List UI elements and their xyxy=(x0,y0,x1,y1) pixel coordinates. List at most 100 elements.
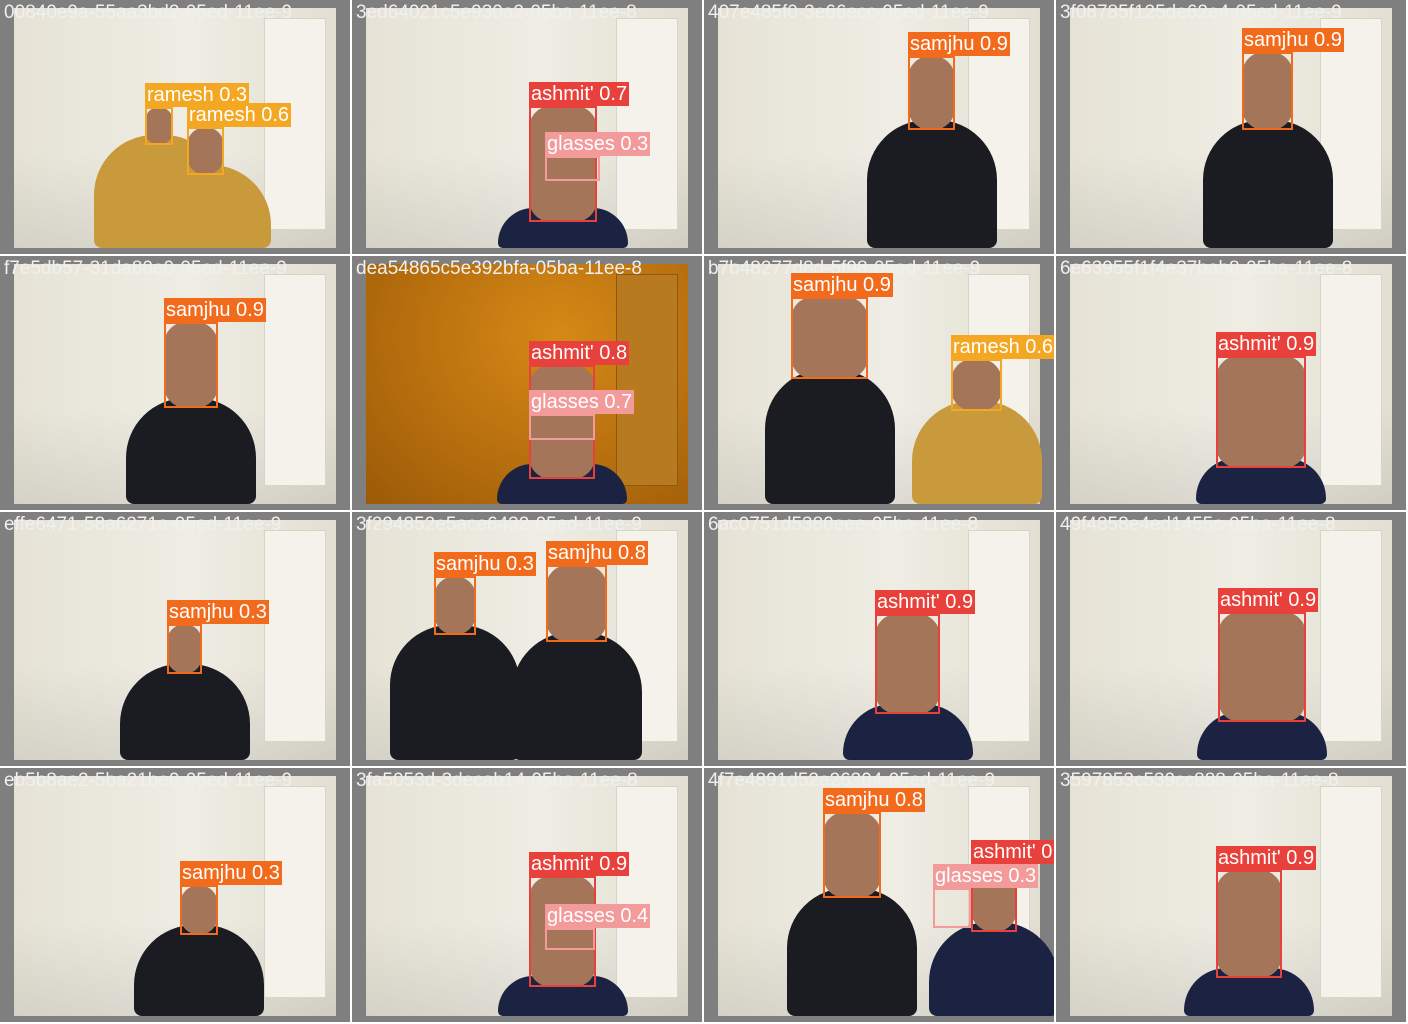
detection-label: samjhu 0.8 xyxy=(546,541,648,565)
bounding-box xyxy=(951,359,1002,411)
detection-frame: 3fa5053d-3decab14-05ba-11ee-8 ashmit' 0.9… xyxy=(352,768,704,1024)
detection-frame: 3f294852e5ace6432-05ed-11ee-9 samjhu 0.3 s… xyxy=(352,512,704,768)
bounding-box xyxy=(791,297,868,379)
detection-label: glasses 0.3 xyxy=(545,132,651,156)
detection-label: samjhu 0.9 xyxy=(164,298,266,322)
webcam-image xyxy=(366,8,688,248)
detection-label: ashmit' 0.9 xyxy=(1216,846,1317,870)
detection-label: ashmit' 0.7 xyxy=(529,82,630,106)
bounding-box xyxy=(187,127,224,175)
bounding-box xyxy=(1242,52,1293,130)
detection-label: glasses 0.4 xyxy=(545,904,651,928)
image-filename: 6ac0751d5380eee-05ba-11ee-8 xyxy=(708,514,979,535)
bounding-box xyxy=(167,624,202,674)
image-filename: 00840e9a-55aa3bd2-05ed-11ee-9 xyxy=(4,2,293,23)
detection-frame: f7e5db57-31da80e0-05ed-11ee-9 samjhu 0.9 xyxy=(0,256,352,512)
detection-label: ashmit' 0.9 xyxy=(1216,332,1317,356)
bounding-box xyxy=(823,812,881,898)
image-filename: dea54865c5e392bfa-05ba-11ee-8 xyxy=(356,258,642,279)
detection-label: ashmit' 0.9 xyxy=(875,590,976,614)
bounding-box xyxy=(434,576,476,635)
detection-label: samjhu 0.3 xyxy=(167,600,269,624)
door xyxy=(264,274,326,486)
detection-frame: 407e485f0-3e66ecc-05ed-11ee-9 samjhu 0.9 xyxy=(704,0,1056,256)
bounding-box xyxy=(545,928,595,950)
image-filename: 3f08785f125de62e4-05ed-11ee-9 xyxy=(1060,2,1342,23)
detection-label: ramesh 0.6 xyxy=(187,103,292,127)
detection-label: ashmit' 0.9 xyxy=(1218,588,1319,612)
detection-frame: 6ac0751d5380eee-05ba-11ee-8 ashmit' 0.9 xyxy=(704,512,1056,768)
detection-label: ramesh 0.6 xyxy=(951,335,1054,359)
image-filename: 407e485f0-3e66ecc-05ed-11ee-9 xyxy=(708,2,989,23)
person-body xyxy=(911,401,1042,504)
detection-frame: 3ed64021c5e930a2-05ba-11ee-8 ashmit' 0.7 g… xyxy=(352,0,704,256)
detection-frame: 00840e9a-55aa3bd2-05ed-11ee-9 ramesh 0.3 r… xyxy=(0,0,352,256)
bounding-box xyxy=(529,414,595,440)
person-body xyxy=(390,625,520,760)
detection-frame: 49f4858e4ed1455c-05ba-11ee-8 ashmit' 0.9 xyxy=(1056,512,1408,768)
bounding-box xyxy=(1216,870,1282,978)
image-filename: 49f4858e4ed1455c-05ba-11ee-8 xyxy=(1060,514,1336,535)
image-filename: 3597853c539cc888-05ba-11ee-8 xyxy=(1060,770,1339,791)
person-body xyxy=(134,925,264,1016)
door xyxy=(264,786,326,998)
webcam-image xyxy=(366,776,688,1016)
detection-frame: 4f7e4891d52e26304-05ed-11ee-9 samjhu 0.8 a… xyxy=(704,768,1056,1024)
detection-frame: b7b48277d8d-5f98-05ed-11ee-9 samjhu 0.9 ra… xyxy=(704,256,1056,512)
bounding-box xyxy=(933,888,971,928)
door xyxy=(264,530,326,742)
door xyxy=(616,274,678,486)
bounding-box xyxy=(180,885,218,935)
image-filename: eb5b8ae2-5ba21be0-05ed-11ee-9 xyxy=(4,770,293,791)
image-filename: 6e63955f1f4e37bab8-05ba-11ee-8 xyxy=(1060,258,1353,279)
door xyxy=(1320,274,1382,486)
bounding-box xyxy=(164,322,218,408)
webcam-image xyxy=(14,8,336,248)
detection-results-grid: 00840e9a-55aa3bd2-05ed-11ee-9 ramesh 0.3 r… xyxy=(0,0,1408,1024)
detection-label: samjhu 0.3 xyxy=(180,861,282,885)
image-filename: f7e5db57-31da80e0-05ed-11ee-9 xyxy=(4,258,287,279)
person-body xyxy=(929,922,1054,1016)
detection-label: glasses 0.7 xyxy=(529,390,635,414)
detection-label: ashmit' 0.8 xyxy=(529,341,630,365)
detection-label: samjhu 0.9 xyxy=(1242,28,1344,52)
detection-label: glasses 0.3 xyxy=(933,864,1039,888)
webcam-image xyxy=(366,264,688,504)
image-filename: effe6471-58a6271a-05ed-11ee-9 xyxy=(4,514,282,535)
person-body xyxy=(764,369,895,504)
detection-frame: dea54865c5e392bfa-05ba-11ee-8 ashmit' 0.8… xyxy=(352,256,704,512)
person-body xyxy=(119,664,250,760)
door xyxy=(968,530,1030,742)
bounding-box xyxy=(1218,612,1306,722)
bounding-box xyxy=(1216,356,1306,468)
detection-label: samjhu 0.9 xyxy=(791,273,893,297)
detection-label: samjhu 0.8 xyxy=(823,788,925,812)
detection-label: samjhu 0.9 xyxy=(908,32,1010,56)
door xyxy=(616,18,678,230)
person-body xyxy=(511,632,642,760)
image-filename: 3f294852e5ace6432-05ed-11ee-9 xyxy=(356,514,642,535)
person-body xyxy=(866,120,997,248)
door xyxy=(1320,530,1382,742)
person-body xyxy=(126,398,256,504)
detection-label: samjhu 0.3 xyxy=(434,552,536,576)
detection-frame: 3f08785f125de62e4-05ed-11ee-9 samjhu 0.9 xyxy=(1056,0,1408,256)
webcam-image xyxy=(14,776,336,1016)
detection-frame: 6e63955f1f4e37bab8-05ba-11ee-8 ashmit' 0.… xyxy=(1056,256,1408,512)
bounding-box xyxy=(145,107,173,145)
bounding-box xyxy=(545,156,600,181)
person-body xyxy=(787,888,917,1016)
image-filename: 3fa5053d-3decab14-05ba-11ee-8 xyxy=(356,770,638,791)
door xyxy=(616,786,678,998)
person-body xyxy=(1202,120,1333,248)
detection-frame: effe6471-58a6271a-05ed-11ee-9 samjhu 0.3 xyxy=(0,512,352,768)
bounding-box xyxy=(908,56,955,130)
bounding-box xyxy=(875,614,940,714)
detection-frame: 3597853c539cc888-05ba-11ee-8 ashmit' 0.9 xyxy=(1056,768,1408,1024)
detection-label: ashmit' 0.9 xyxy=(529,852,630,876)
bounding-box xyxy=(546,565,607,642)
image-filename: 3ed64021c5e930a2-05ba-11ee-8 xyxy=(356,2,637,23)
door xyxy=(1320,786,1382,998)
detection-frame: eb5b8ae2-5ba21be0-05ed-11ee-9 samjhu 0.3 xyxy=(0,768,352,1024)
detection-label: ashmit' 0.4 xyxy=(971,840,1054,864)
